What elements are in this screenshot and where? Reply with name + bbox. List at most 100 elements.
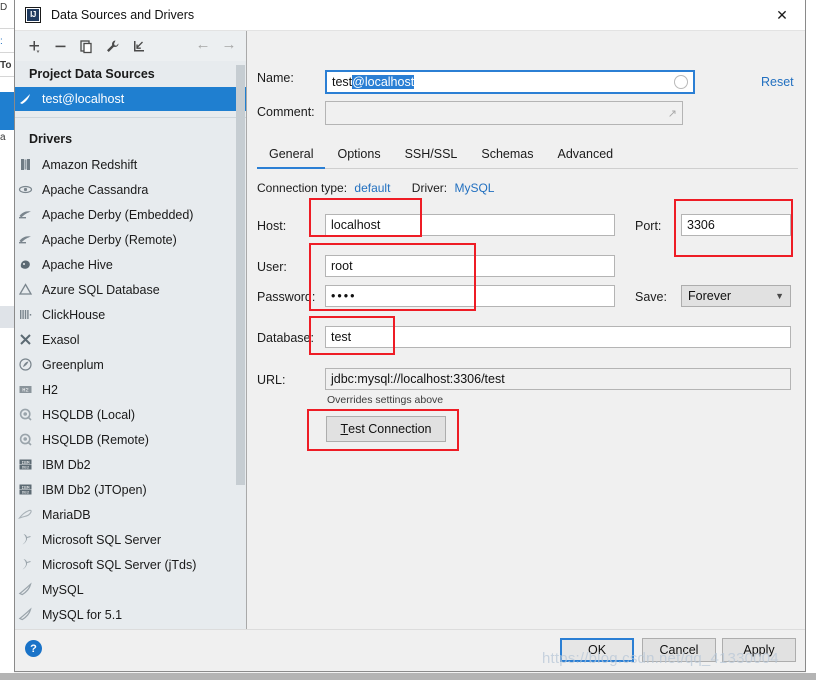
driver-item[interactable]: Apache Cassandra	[15, 177, 246, 202]
name-input[interactable]: test@localhost	[325, 70, 695, 94]
test-connection-button[interactable]: Test Connection	[326, 416, 446, 442]
driver-item[interactable]: Exasol	[15, 327, 246, 352]
data-sources-dialog: Data Sources and Drivers ✕	[14, 0, 806, 672]
driver-item[interactable]: Amazon Redshift	[15, 152, 246, 177]
driver-item-label: Apache Derby (Remote)	[42, 232, 177, 247]
url-label: URL:	[257, 373, 286, 387]
sidebar-scrollbar[interactable]	[236, 65, 245, 485]
mysql-icon	[17, 606, 34, 623]
duplicate-icon[interactable]	[73, 33, 99, 59]
save-label: Save:	[635, 290, 667, 304]
svg-text:DB2: DB2	[22, 492, 30, 496]
driver-item-label: Exasol	[42, 332, 80, 347]
test-connection-label: est Connection	[348, 422, 432, 436]
help-icon[interactable]: ?	[25, 640, 42, 657]
clickhouse-icon	[17, 306, 34, 323]
driver-item[interactable]: ClickHouse	[15, 302, 246, 327]
port-input[interactable]: 3306	[681, 214, 791, 236]
dialog-title: Data Sources and Drivers	[51, 8, 195, 22]
mysql-icon	[17, 91, 34, 108]
status-circle-icon	[674, 75, 688, 89]
password-input[interactable]: ••••	[325, 285, 615, 307]
driver-item[interactable]: H2 H2	[15, 377, 246, 402]
mysql-icon	[17, 581, 34, 598]
sidebar-item-test-localhost[interactable]: test@localhost	[15, 87, 246, 111]
sidebar-item-label: test@localhost	[42, 92, 125, 106]
comment-row: Comment:	[257, 105, 329, 119]
driver-item-label: MySQL for 5.1	[42, 607, 123, 622]
drivers-list: Amazon Redshift Apache Cassandra Apache De…	[15, 152, 246, 627]
user-input[interactable]: root	[325, 255, 615, 277]
greenplum-icon	[17, 356, 34, 373]
connection-type-value[interactable]: default	[354, 181, 390, 195]
back-arrow-icon[interactable]: ←	[190, 31, 216, 57]
expand-icon[interactable]: ↗	[668, 107, 677, 120]
reset-link[interactable]: Reset	[761, 75, 794, 89]
driver-item[interactable]: MariaDB	[15, 502, 246, 527]
redshift-icon	[17, 156, 34, 173]
driver-item-label: Microsoft SQL Server (jTds)	[42, 557, 197, 572]
comment-input[interactable]: ↗	[325, 101, 683, 125]
drivers-header: Drivers	[29, 132, 73, 146]
cassandra-icon	[17, 181, 34, 198]
background-right-strip: - nd	[806, 0, 816, 680]
driver-item[interactable]: Greenplum	[15, 352, 246, 377]
database-label: Database:	[257, 331, 314, 345]
name-input-selection: @localhost	[352, 75, 415, 89]
tab-options[interactable]: Options	[325, 147, 392, 168]
host-input[interactable]: localhost	[325, 214, 615, 236]
driver-item-label: Microsoft SQL Server	[42, 532, 162, 547]
mssql-icon	[17, 556, 34, 573]
url-hint: Overrides settings above	[327, 394, 444, 406]
svg-text:H2: H2	[22, 388, 28, 394]
url-input[interactable]: jdbc:mysql://localhost:3306/test	[325, 368, 791, 390]
derby-icon	[17, 206, 34, 223]
driver-item[interactable]: MySQL	[15, 577, 246, 602]
driver-item[interactable]: Microsoft SQL Server	[15, 527, 246, 552]
bg-left-divider-2	[0, 52, 14, 53]
h2-icon: H2	[17, 381, 34, 398]
wrench-icon[interactable]	[99, 33, 125, 59]
driver-item[interactable]: IBM DB2 IBM Db2	[15, 452, 246, 477]
driver-item[interactable]: Apache Hive	[15, 252, 246, 277]
sidebar-nav-group: ← →	[190, 31, 242, 57]
bg-left-text-0: D	[0, 2, 8, 13]
driver-item[interactable]: Apache Derby (Embedded)	[15, 202, 246, 227]
driver-item-label: MySQL	[42, 582, 84, 597]
driver-value[interactable]: MySQL	[454, 181, 494, 195]
mssql-icon	[17, 531, 34, 548]
remove-data-source-button[interactable]	[47, 33, 73, 59]
save-select[interactable]: Forever ▼	[681, 285, 791, 307]
bg-left-text-1: To	[0, 60, 12, 71]
password-label: Password:	[257, 290, 316, 304]
watermark: https://blog.csdn.net/qq_41330004	[542, 650, 779, 667]
driver-item[interactable]: Apache Derby (Remote)	[15, 227, 246, 252]
driver-item[interactable]: IBM DB2 IBM Db2 (JTOpen)	[15, 477, 246, 502]
driver-item-label: MariaDB	[42, 507, 91, 522]
bg-left-divider	[0, 28, 14, 29]
close-icon[interactable]: ✕	[759, 0, 805, 30]
driver-item[interactable]: HSQLDB (Remote)	[15, 427, 246, 452]
driver-item[interactable]: Microsoft SQL Server (jTds)	[15, 552, 246, 577]
tab-schemas[interactable]: Schemas	[469, 147, 545, 168]
dialog-body: ← → Project Data Sources test@localhost	[15, 31, 805, 629]
database-input[interactable]: test	[325, 326, 791, 348]
tab-advanced[interactable]: Advanced	[546, 147, 626, 168]
forward-arrow-icon[interactable]: →	[216, 31, 242, 57]
project-data-sources-header: Project Data Sources	[29, 67, 155, 81]
user-label: User:	[257, 260, 287, 274]
import-icon[interactable]	[125, 33, 151, 59]
driver-item[interactable]: Azure SQL Database	[15, 277, 246, 302]
dialog-titlebar: Data Sources and Drivers ✕	[15, 0, 805, 31]
add-data-source-button[interactable]	[21, 33, 47, 59]
test-connection-mnemonic: T	[340, 422, 349, 436]
driver-item[interactable]: MySQL for 5.1	[15, 602, 246, 627]
tab-general[interactable]: General	[257, 147, 326, 169]
db2-icon: IBM DB2	[17, 481, 34, 498]
hsqldb-icon	[17, 406, 34, 423]
hive-icon	[17, 256, 34, 273]
name-input-plain: test	[332, 75, 353, 89]
settings-tabs: General Options SSH/SSL Schemas Advanced	[257, 139, 798, 169]
tab-ssh-ssl[interactable]: SSH/SSL	[393, 147, 470, 168]
driver-item[interactable]: HSQLDB (Local)	[15, 402, 246, 427]
